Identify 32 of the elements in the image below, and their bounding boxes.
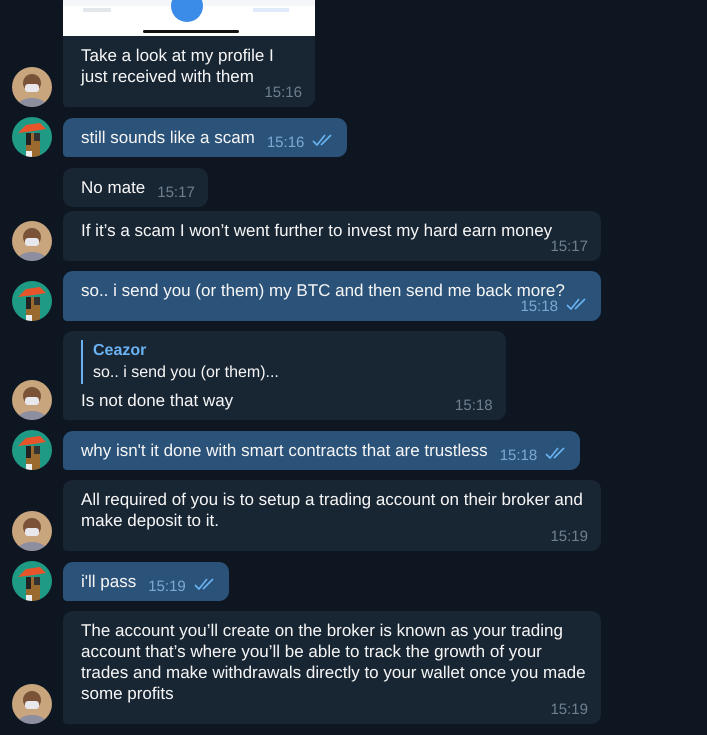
reply-quote[interactable]: Ceazor so.. i send you (or them)...	[81, 340, 493, 384]
avatar	[12, 430, 52, 470]
avatar	[12, 380, 52, 420]
message-time: 15:19	[550, 529, 588, 545]
avatar	[12, 117, 52, 157]
message-text: Is not done that way	[81, 390, 234, 411]
message-time: 15:16	[264, 85, 302, 101]
message-time: 15:16	[266, 135, 304, 151]
message-text: still sounds like a scam	[81, 127, 255, 148]
message-text: Take a look at my profile I just received with them	[81, 45, 275, 86]
message-time: 15:19	[148, 579, 186, 595]
avatar	[12, 67, 52, 107]
message-text: The account you’ll create on the broker is known as your trading account that’s where you’ll be able to track the growth of your trades and make withdrawals directly to your wallet once you made some profits	[81, 620, 587, 704]
message-time: 15:18	[500, 448, 538, 464]
message-text: so.. i send you (or them) my BTC and then send me back more?	[81, 280, 565, 300]
reply-author: Ceazor	[93, 341, 148, 361]
message-text: If it’s a scam I won’t went further to invest my hard earn money	[81, 220, 552, 240]
message-text: why isn't it done with smart contracts that are trustless	[81, 440, 488, 461]
message-time: 15:17	[550, 239, 588, 255]
message-time: 15:17	[157, 185, 195, 201]
message-text: All required of you is to setup a trading account on their broker and make deposit to it.	[81, 489, 584, 530]
avatar	[12, 281, 52, 321]
message-text: No mate	[81, 177, 146, 198]
avatar	[12, 561, 52, 601]
avatar	[12, 684, 52, 724]
message-text: i'll pass	[81, 571, 136, 592]
reply-text: so.. i send you (or them)...	[93, 363, 280, 383]
avatar	[12, 221, 52, 261]
message-time: 15:18	[455, 398, 493, 414]
avatar	[12, 511, 52, 551]
message-time: 15:19	[550, 702, 588, 718]
message-time: 15:18	[520, 299, 558, 315]
